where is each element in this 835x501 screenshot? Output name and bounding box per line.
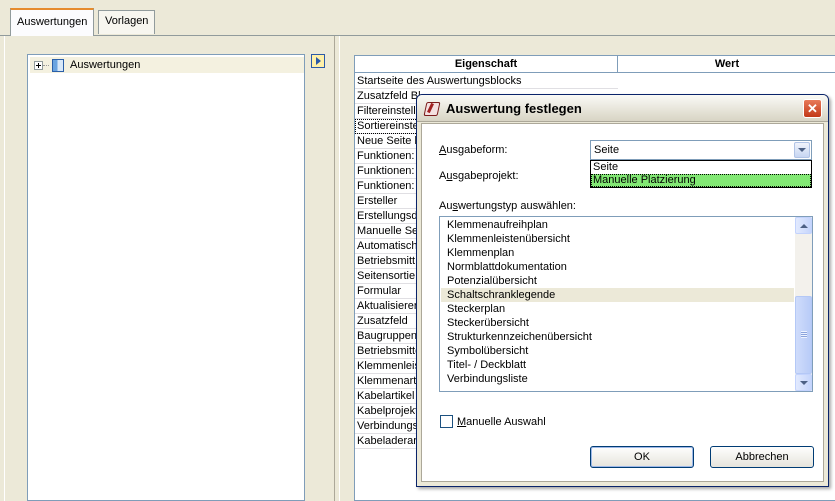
expand-icon[interactable] [34, 60, 43, 70]
ausgabeform-label: Ausgabeform: [439, 144, 508, 156]
dialog-title: Auswertung festlegen [446, 100, 582, 116]
list-item[interactable]: Klemmenaufreihplan [441, 218, 794, 232]
tab-bar: Auswertungen Vorlagen [0, 0, 835, 36]
ok-button[interactable]: OK [590, 446, 694, 468]
tree-item-label: Auswertungen [70, 59, 141, 71]
book-icon [52, 58, 64, 72]
list-item[interactable]: Steckerplan [441, 302, 794, 316]
list-item[interactable]: Strukturkennzeichenübersicht [441, 330, 794, 344]
chevron-down-icon[interactable] [794, 142, 810, 158]
scroll-up-icon[interactable] [795, 217, 812, 234]
arrow-right-icon [315, 57, 321, 65]
dialog-titlebar[interactable]: Auswertung festlegen ✕ [417, 95, 828, 122]
close-icon: ✕ [807, 101, 818, 116]
ausgabeform-dropdown: Seite Manuelle Platzierung [590, 160, 812, 188]
left-pane: Auswertungen [4, 36, 334, 501]
grid-header: Eigenschaft Wert [355, 56, 835, 73]
manual-selection-label: Manuelle Auswahl [457, 416, 546, 428]
dropdown-option[interactable]: Manuelle Platzierung [591, 174, 811, 187]
list-item[interactable]: Verbindungsliste [441, 372, 794, 386]
auswertung-dialog: Auswertung festlegen ✕ Ausgabeform: Seit… [416, 94, 829, 487]
list-item[interactable]: Klemmenplan [441, 246, 794, 260]
scroll-thumb[interactable] [795, 296, 812, 374]
auswertungstyp-list[interactable]: Klemmenaufreihplan Klemmenleistenübersich… [439, 216, 813, 392]
tree-item-auswertungen[interactable]: Auswertungen [30, 57, 304, 73]
list-item[interactable]: Klemmenleistenübersicht [441, 232, 794, 246]
tab-auswertungen[interactable]: Auswertungen [10, 8, 95, 36]
close-button[interactable]: ✕ [803, 99, 822, 118]
list-item[interactable]: Schaltschranklegende [441, 288, 794, 302]
splitter[interactable] [334, 36, 340, 501]
ausgabeprojekt-label: Ausgabeprojekt: [439, 170, 519, 182]
ausgabeform-value: Seite [594, 144, 620, 156]
list-item[interactable]: Titel- / Deckblatt [441, 358, 794, 372]
list-item[interactable]: Normblattdokumentation [441, 260, 794, 274]
tree-connector [43, 64, 49, 66]
list-item[interactable]: Potenzialübersicht [441, 274, 794, 288]
report-tree[interactable]: Auswertungen [27, 54, 305, 501]
scroll-down-icon[interactable] [795, 374, 812, 391]
column-header-property[interactable]: Eigenschaft [355, 56, 618, 72]
auswertungstyp-label: Auswertungstyp auswählen: [439, 200, 576, 212]
dialog-body: Ausgabeform: Seite Seite Manuelle Platzi… [421, 123, 824, 482]
list-item[interactable]: Steckerübersicht [441, 316, 794, 330]
scrollbar[interactable] [795, 217, 812, 391]
column-header-value[interactable]: Wert [618, 56, 835, 72]
dropdown-option[interactable]: Seite [591, 161, 811, 174]
cancel-button[interactable]: Abbrechen [710, 446, 814, 468]
manual-selection-checkbox[interactable] [440, 415, 453, 428]
app-icon [424, 100, 440, 116]
ausgabeform-select[interactable]: Seite [590, 140, 812, 160]
show-properties-button[interactable] [311, 54, 325, 68]
list-item[interactable]: Symbolübersicht [441, 344, 794, 358]
property-row[interactable]: Startseite des Auswertungsblocks [355, 74, 618, 89]
tab-vorlagen[interactable]: Vorlagen [98, 10, 156, 34]
